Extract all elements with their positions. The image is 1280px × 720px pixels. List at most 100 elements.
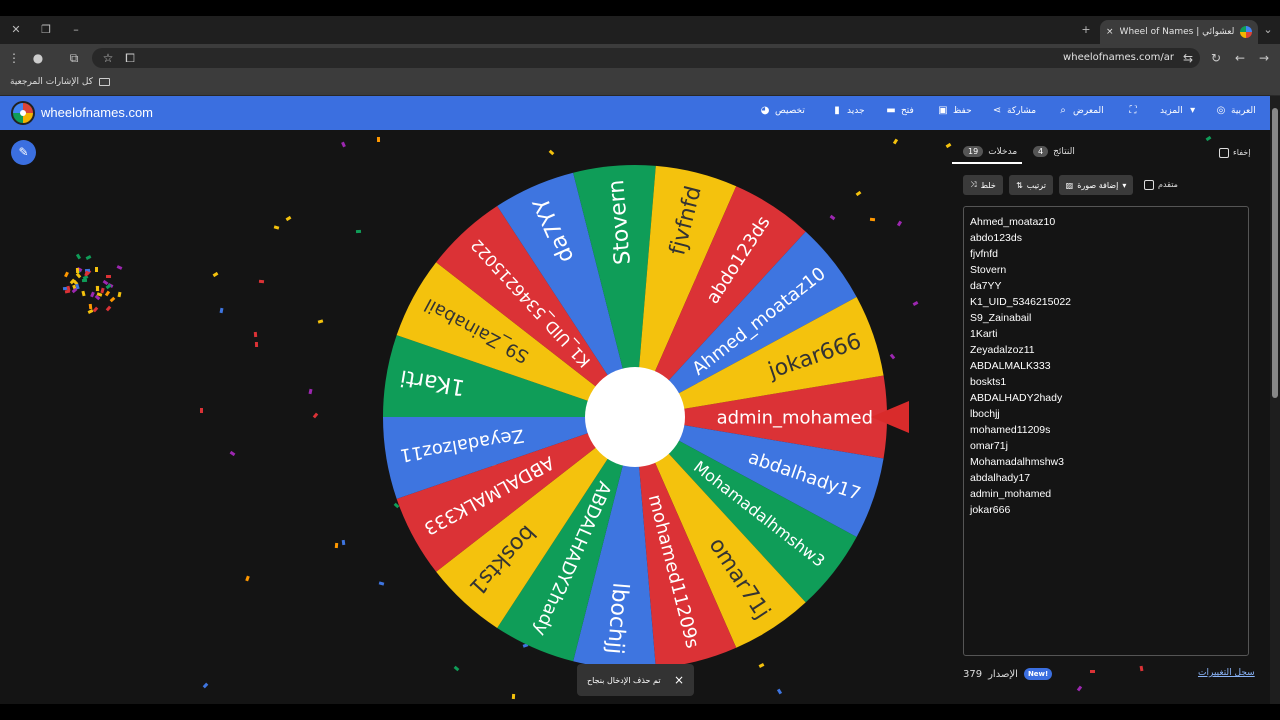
close-window-icon[interactable]: ✕ bbox=[8, 22, 24, 38]
tab-close-icon[interactable]: × bbox=[1106, 27, 1114, 37]
tab-results[interactable]: 4 النتائج bbox=[1033, 146, 1075, 157]
site-name[interactable]: wheelofnames.com bbox=[41, 105, 153, 120]
wheel-pointer-icon bbox=[871, 401, 909, 433]
profile-avatar[interactable]: ● bbox=[30, 50, 46, 66]
entry-line[interactable]: abdo123ds bbox=[970, 230, 1242, 246]
browser-tab[interactable]: × Wheel of Names | اسم العشوائي bbox=[1100, 20, 1258, 44]
confetti-piece bbox=[106, 274, 112, 278]
entry-line[interactable]: da7YY bbox=[970, 278, 1242, 294]
fullscreen-button[interactable]: ⛶ bbox=[1128, 106, 1138, 116]
back-icon[interactable]: ← bbox=[1232, 50, 1248, 66]
tab-title: Wheel of Names | اسم العشوائي bbox=[1119, 27, 1234, 37]
entries-textarea[interactable]: Ahmed_moataz10 abdo123ds fjvfnfd Stovern da7… bbox=[963, 206, 1249, 656]
version-number: 379 bbox=[963, 668, 983, 680]
entry-line[interactable]: 1Karti bbox=[970, 326, 1242, 342]
all-bookmarks-button[interactable]: كل الإشارات المرجعية bbox=[10, 77, 110, 87]
tab-entries[interactable]: 19 مدخلات bbox=[963, 146, 1017, 157]
entry-line[interactable]: jokar666 bbox=[970, 502, 1242, 518]
active-tab-indicator bbox=[952, 162, 1022, 164]
cast-icon[interactable]: ⧠ bbox=[122, 50, 138, 66]
share-icon: ⋖ bbox=[992, 105, 1002, 116]
hide-checkbox[interactable] bbox=[1219, 148, 1229, 158]
screen-top-bar bbox=[0, 0, 1280, 16]
shuffle-icon: ⤨ bbox=[970, 180, 977, 189]
scrollbar-thumb[interactable] bbox=[1272, 108, 1278, 398]
all-bookmarks-label: كل الإشارات المرجعية bbox=[10, 77, 93, 87]
entry-line[interactable]: mohamed11209s bbox=[970, 422, 1242, 438]
search-icon: ⌕ bbox=[1060, 105, 1066, 116]
extensions-icon[interactable]: ⧉ bbox=[66, 50, 82, 66]
entry-line[interactable]: ABDALMALK333 bbox=[970, 358, 1242, 374]
confetti-piece bbox=[334, 542, 339, 549]
entry-line[interactable]: K1_UID_5346215022 bbox=[970, 294, 1242, 310]
save-menu[interactable]: ▣ حفظ bbox=[938, 105, 972, 117]
entry-line[interactable]: admin_mohamed bbox=[970, 486, 1242, 502]
entry-line[interactable]: omar71j bbox=[970, 438, 1242, 454]
language-label: العربية bbox=[1231, 106, 1256, 116]
add-image-label: إضافة صورة bbox=[1077, 180, 1119, 190]
language-menu[interactable]: ◎ العربية bbox=[1216, 106, 1256, 117]
address-bar[interactable] bbox=[92, 48, 1200, 68]
confetti-piece bbox=[117, 291, 122, 297]
forward-icon[interactable]: → bbox=[1256, 50, 1272, 66]
sort-button[interactable]: ⇅ ترتيب bbox=[1009, 175, 1053, 195]
reload-icon[interactable]: ↻ bbox=[1208, 50, 1224, 66]
advanced-label: متقدم bbox=[1158, 180, 1178, 189]
bookmark-star-icon[interactable]: ☆ bbox=[100, 50, 116, 66]
save-label: حفظ bbox=[953, 106, 972, 116]
entry-line[interactable]: abdalhady17 bbox=[970, 470, 1242, 486]
entry-line[interactable]: lbochjj bbox=[970, 406, 1242, 422]
changelog-link[interactable]: سجل التغييرات bbox=[1198, 668, 1255, 678]
gallery-menu[interactable]: ⌕ المعرض bbox=[1058, 105, 1104, 117]
entry-line[interactable]: S9_Zainabail bbox=[970, 310, 1242, 326]
new-tab-button[interactable]: + bbox=[1078, 22, 1094, 38]
add-image-button[interactable]: ▨ إضافة صورة ▾ bbox=[1059, 175, 1133, 195]
advanced-checkbox[interactable] bbox=[1144, 180, 1154, 190]
customize-menu[interactable]: ◕ تخصيص bbox=[760, 105, 805, 117]
entry-line[interactable]: boskts1 bbox=[970, 374, 1242, 390]
entry-line[interactable]: Mohamadalhmshw3 bbox=[970, 454, 1242, 470]
edit-pencil-button[interactable]: ✎ bbox=[11, 140, 36, 165]
minimize-window-icon[interactable]: – bbox=[68, 22, 84, 38]
shuffle-button[interactable]: ⤨ خلط bbox=[963, 175, 1003, 195]
entry-line[interactable]: fjvfnfd bbox=[970, 246, 1242, 262]
share-menu[interactable]: ⋖ مشاركة bbox=[992, 105, 1036, 117]
tab-search-icon[interactable]: ⌄ bbox=[1260, 22, 1276, 38]
toast-notification: تم حذف الإدخال بنجاح × bbox=[577, 664, 694, 696]
entry-line[interactable]: ABDALHADY2hady bbox=[970, 390, 1242, 406]
palette-icon: ◕ bbox=[760, 105, 770, 116]
save-icon: ▣ bbox=[938, 105, 948, 116]
new-badge: New! bbox=[1023, 668, 1053, 680]
url-text[interactable]: wheelofnames.com/ar bbox=[1063, 52, 1174, 63]
folder-icon bbox=[98, 78, 110, 86]
sort-icon: ⇅ bbox=[1016, 180, 1023, 190]
folder-open-icon: ▬ bbox=[886, 105, 896, 116]
page-scrollbar[interactable] bbox=[1270, 96, 1280, 704]
open-menu[interactable]: ▬ فتح bbox=[886, 105, 914, 117]
sort-label: ترتيب bbox=[1026, 180, 1046, 190]
fullscreen-icon: ⛶ bbox=[1129, 105, 1137, 116]
version-info: 379 الإصدار New! bbox=[963, 668, 1053, 680]
new-label: جديد bbox=[847, 106, 865, 116]
results-tab-label: النتائج bbox=[1053, 146, 1075, 157]
entry-line[interactable]: Ahmed_moataz10 bbox=[970, 214, 1242, 230]
gallery-label: المعرض bbox=[1073, 106, 1104, 116]
browser-menu-icon[interactable]: ⋮ bbox=[6, 50, 22, 66]
new-menu[interactable]: ▮ جديد bbox=[832, 106, 865, 117]
wheel[interactable]: admin_mohamed abdalhady17 Mohamadalhmshw3 o… bbox=[380, 162, 890, 672]
wheel-hub[interactable] bbox=[585, 367, 685, 467]
site-settings-icon[interactable]: ⇆ bbox=[1180, 50, 1196, 66]
site-logo[interactable] bbox=[11, 101, 35, 125]
entry-line[interactable]: Stovern bbox=[970, 262, 1242, 278]
entry-line[interactable]: Zeyadalzoz11 bbox=[970, 342, 1242, 358]
toast-close-icon[interactable]: × bbox=[674, 673, 684, 687]
hide-label: إخفاء bbox=[1233, 148, 1251, 157]
version-label: الإصدار bbox=[988, 668, 1018, 680]
confetti-piece bbox=[511, 694, 516, 700]
wheel-segment-label: admin_mohamed bbox=[717, 407, 873, 428]
shuffle-label: خلط bbox=[980, 180, 996, 190]
wheel-svg[interactable]: admin_mohamedabdalhady17Mohamadalhmshw3o… bbox=[380, 162, 890, 672]
bookmarks-bar bbox=[0, 72, 1280, 96]
restore-window-icon[interactable]: ❐ bbox=[38, 22, 54, 38]
more-menu[interactable]: المزيد ▾ bbox=[1160, 106, 1198, 117]
